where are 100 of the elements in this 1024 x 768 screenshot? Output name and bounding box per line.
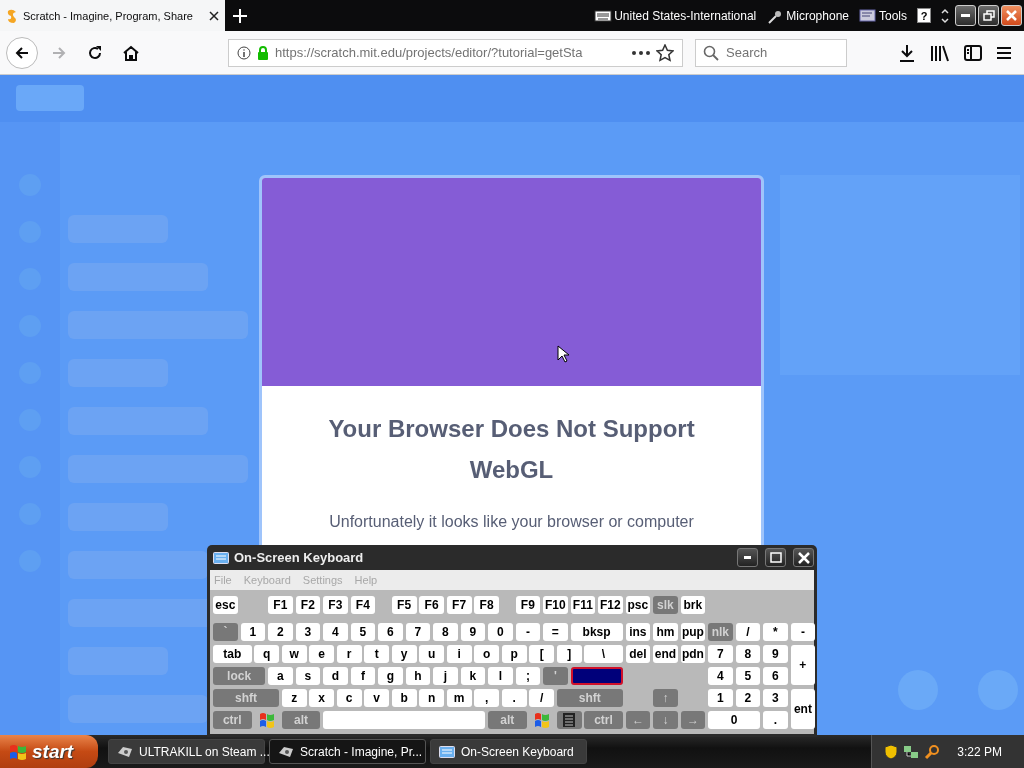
search-field[interactable]: Search [695, 38, 847, 67]
key[interactable]: b [391, 689, 417, 707]
key[interactable]: o [474, 645, 499, 663]
key[interactable]: s [295, 667, 321, 685]
key[interactable]: 2 [735, 689, 761, 707]
key[interactable]: + [790, 645, 816, 685]
key[interactable]: pdn [680, 645, 706, 663]
key[interactable]: 6 [763, 667, 788, 685]
key[interactable]: bksp [570, 623, 623, 641]
key[interactable]: g [378, 667, 403, 685]
key[interactable]: h [405, 667, 431, 685]
close-button[interactable] [793, 548, 814, 567]
download-icon[interactable] [898, 43, 916, 62]
key[interactable]: - [790, 623, 816, 641]
key[interactable]: 1 [708, 689, 733, 707]
key[interactable]: v [364, 689, 389, 707]
key[interactable]: 8 [433, 623, 458, 641]
key[interactable]: - [515, 623, 541, 641]
address-bar[interactable]: https://scratch.mit.edu/projects/editor/?tutorial=getSta [228, 38, 683, 67]
key[interactable]: 5 [350, 623, 376, 641]
taskbar-button[interactable]: On-Screen Keyboard [430, 739, 587, 764]
key[interactable]: y [391, 645, 417, 663]
key[interactable]: \ [584, 645, 623, 663]
key[interactable]: . [763, 711, 788, 729]
key[interactable]: 0 [488, 623, 513, 641]
key[interactable]: [ [529, 645, 554, 663]
key[interactable]: / [529, 689, 554, 707]
back-button[interactable] [6, 36, 38, 69]
more-dots-icon[interactable] [632, 50, 650, 55]
key[interactable]: f [350, 667, 376, 685]
key[interactable]: n [419, 689, 444, 707]
key[interactable]: x [309, 689, 334, 707]
key[interactable]: t [364, 645, 389, 663]
key[interactable]: , [474, 689, 499, 707]
key[interactable]: 7 [708, 645, 733, 663]
taskbar-button[interactable]: Scratch - Imagine, Pr... [269, 739, 426, 764]
key[interactable]: esc [213, 596, 238, 614]
key[interactable]: j [433, 667, 458, 685]
key[interactable]: 5 [735, 667, 761, 685]
key[interactable]: F2 [295, 596, 321, 614]
help-button[interactable]: ? [917, 8, 931, 23]
shield-icon[interactable] [884, 743, 899, 760]
magnifier-icon[interactable] [924, 743, 941, 760]
key[interactable]: 6 [378, 623, 403, 641]
key[interactable]: hm [653, 623, 678, 641]
enter-key[interactable] [570, 667, 623, 685]
key[interactable]: a [268, 667, 293, 685]
close-button[interactable] [1001, 5, 1022, 26]
key[interactable]: d [323, 667, 348, 685]
info-icon[interactable] [237, 45, 251, 60]
key[interactable]: ent [790, 689, 816, 729]
new-tab-icon[interactable] [233, 8, 247, 23]
key[interactable]: F10 [543, 596, 568, 614]
key[interactable]: pup [680, 623, 706, 641]
key[interactable]: F9 [515, 596, 541, 614]
key[interactable]: del [625, 645, 651, 663]
key[interactable]: e [309, 645, 334, 663]
language-bar-item[interactable]: United States-International [594, 7, 757, 24]
key[interactable]: F5 [391, 596, 417, 614]
key[interactable]: F3 [323, 596, 348, 614]
key[interactable]: 1 [240, 623, 266, 641]
restore-button[interactable] [978, 5, 999, 26]
key[interactable]: p [501, 645, 527, 663]
key[interactable]: i [446, 645, 472, 663]
start-button[interactable]: start [0, 735, 98, 768]
key[interactable]: ] [556, 645, 582, 663]
key[interactable]: brk [680, 596, 706, 614]
key[interactable]: F6 [419, 596, 444, 614]
key[interactable]: F11 [570, 596, 596, 614]
star-icon[interactable] [656, 43, 674, 62]
language-bar-item[interactable]: Tools [859, 7, 907, 24]
key[interactable]: 3 [295, 623, 321, 641]
key[interactable]: q [254, 645, 279, 663]
menu-icon[interactable] [996, 44, 1012, 61]
key[interactable]: F4 [350, 596, 376, 614]
key[interactable]: 3 [763, 689, 788, 707]
key[interactable]: . [501, 689, 527, 707]
key[interactable]: 7 [405, 623, 431, 641]
key[interactable]: F8 [474, 596, 499, 614]
key[interactable]: / [735, 623, 761, 641]
key[interactable]: k [460, 667, 486, 685]
options-arrows-icon[interactable] [941, 7, 949, 24]
key[interactable]: w [281, 645, 307, 663]
key[interactable]: * [763, 623, 788, 641]
key[interactable]: ; [515, 667, 541, 685]
library-icon[interactable] [930, 43, 950, 62]
key[interactable]: 9 [460, 623, 486, 641]
key[interactable]: r [336, 645, 362, 663]
key[interactable]: 9 [763, 645, 788, 663]
key[interactable]: tab [213, 645, 252, 663]
browser-tab[interactable]: Scratch - Imagine, Program, Share [0, 0, 225, 31]
key[interactable]: c [336, 689, 362, 707]
key[interactable]: F7 [446, 596, 472, 614]
key[interactable]: 8 [735, 645, 761, 663]
key[interactable]: ins [625, 623, 651, 641]
key[interactable]: z [281, 689, 307, 707]
sidebar-icon[interactable] [964, 44, 982, 61]
minimize-button[interactable] [737, 548, 758, 567]
key[interactable]: psc [625, 596, 651, 614]
menu-key[interactable] [556, 711, 582, 729]
